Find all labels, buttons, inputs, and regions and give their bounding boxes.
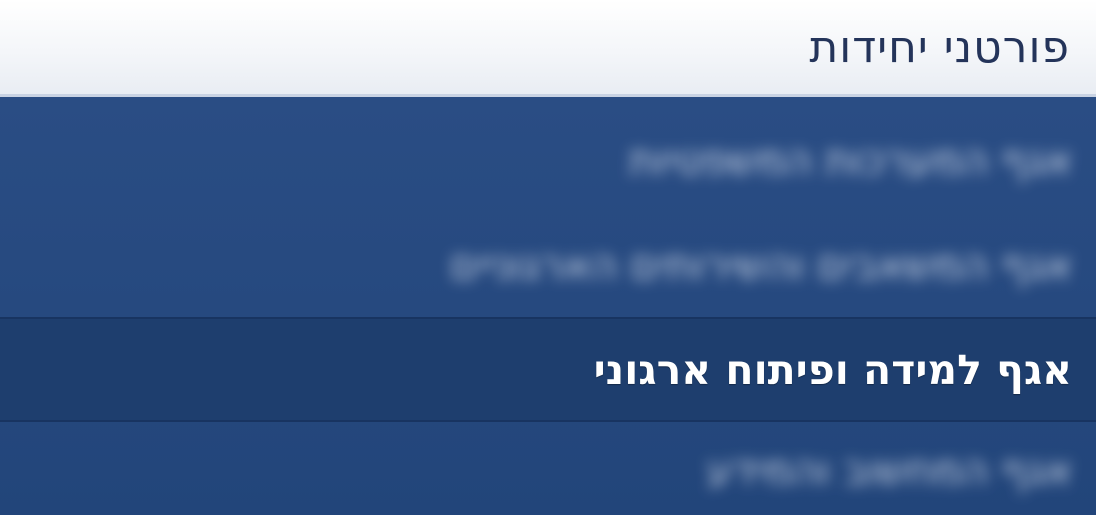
menu-item-unit-4[interactable]: אגף המחשוב והמידע xyxy=(0,422,1096,515)
menu-item-label: אגף המערכות המשפטיות xyxy=(629,135,1072,184)
unit-portals-menu: אגף המערכות המשפטיות אגף המשאבים והשירות… xyxy=(0,97,1096,515)
unit-portals-panel: פורטני יחידות אגף המערכות המשפטיות אגף ה… xyxy=(0,0,1096,515)
menu-item-unit-2[interactable]: אגף המשאבים והשירותים הארגוניים xyxy=(0,212,1096,317)
menu-item-unit-1[interactable]: אגף המערכות המשפטיות xyxy=(0,97,1096,212)
menu-item-label: אגף המחשוב והמידע xyxy=(707,445,1072,494)
menu-item-label: אגף המשאבים והשירותים הארגוניים xyxy=(450,240,1072,289)
menu-item-learning-development[interactable]: אגף למידה ופיתוח ארגוני xyxy=(0,317,1096,422)
panel-title: פורטני יחידות xyxy=(809,21,1070,73)
panel-header: פורטני יחידות xyxy=(0,0,1096,97)
menu-item-label: אגף למידה ופיתוח ארגוני xyxy=(593,345,1072,394)
